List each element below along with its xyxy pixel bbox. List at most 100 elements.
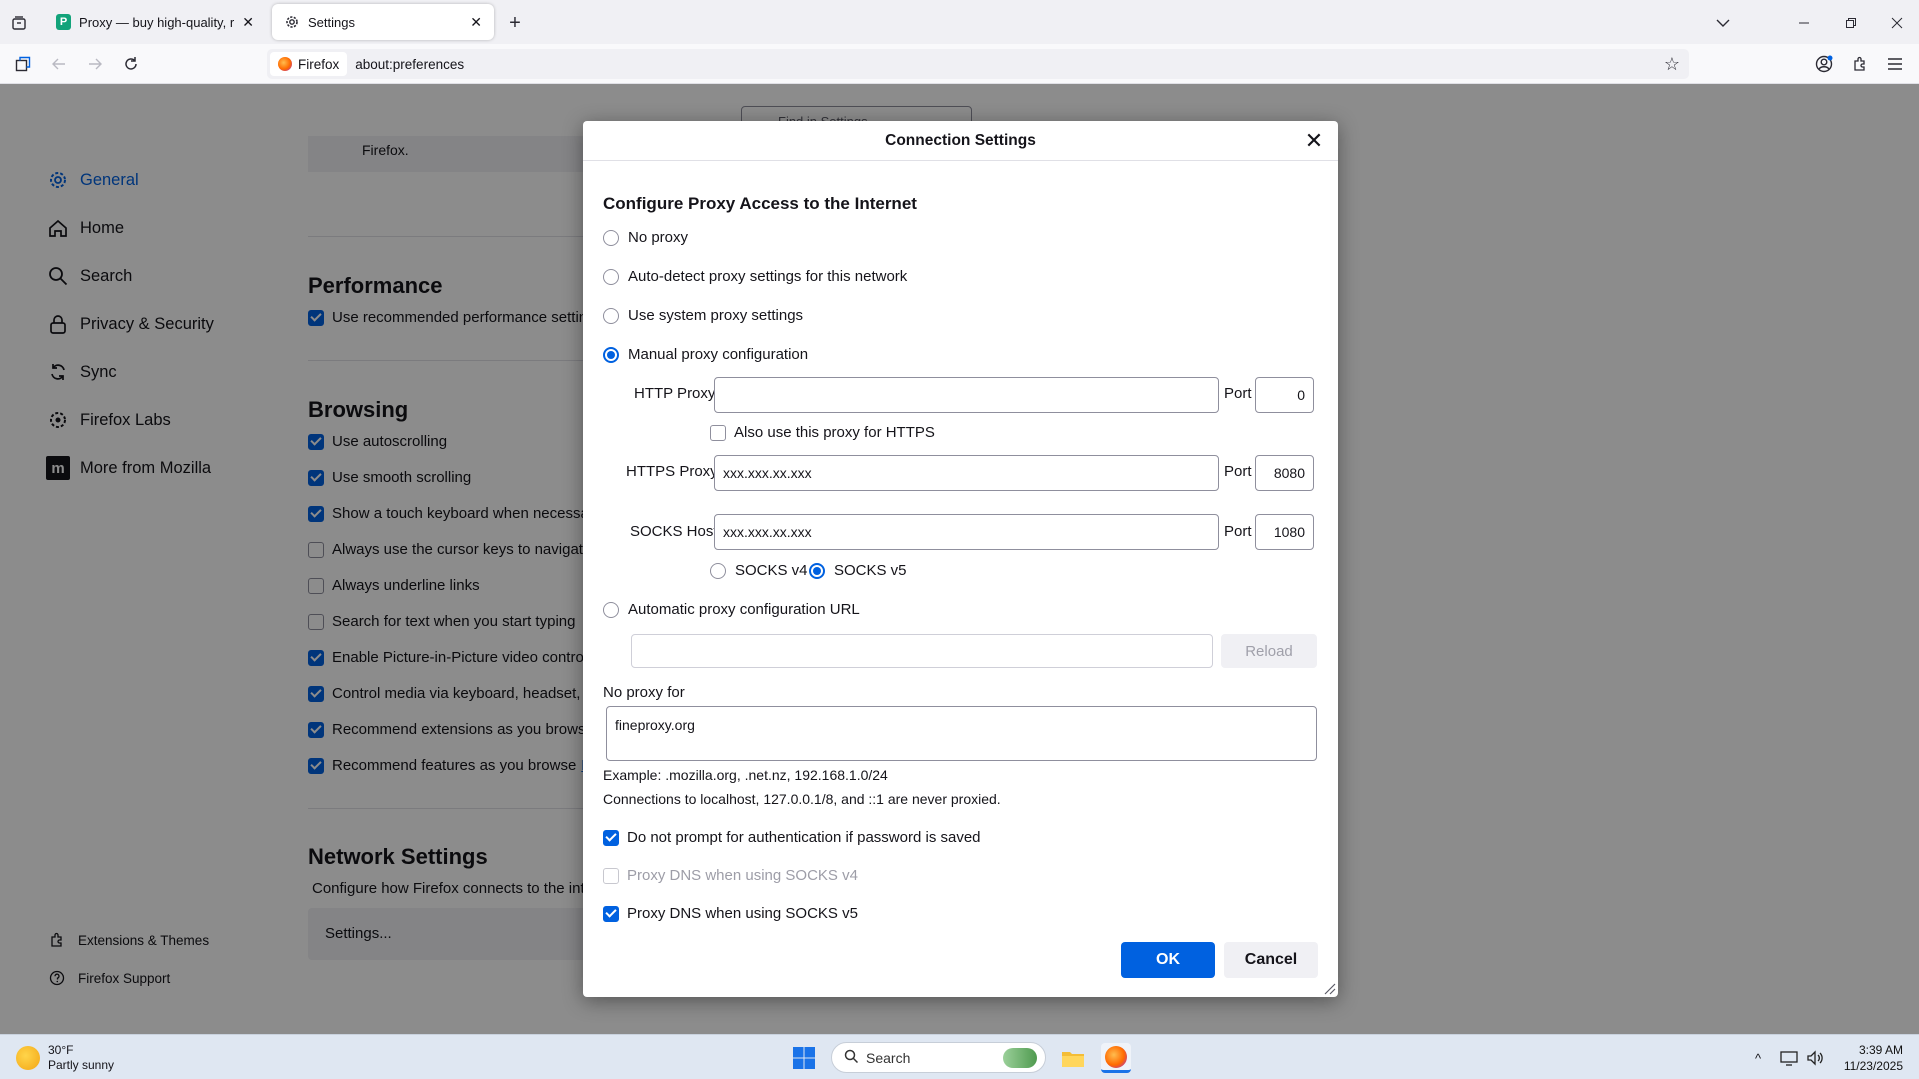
weather-temp: 30°F: [48, 1043, 74, 1057]
taskbar-search[interactable]: Search: [831, 1042, 1046, 1073]
file-explorer-icon[interactable]: [1058, 1043, 1088, 1073]
new-tab-icon[interactable]: +: [504, 12, 526, 34]
resize-grip-icon[interactable]: [1322, 981, 1336, 995]
also-https-checkbox[interactable]: Also use this proxy for HTTPS: [710, 424, 935, 441]
checkbox: [603, 867, 619, 884]
http-proxy-label: HTTP Proxy: [634, 385, 716, 402]
url-bar[interactable]: Firefox about:preferences ☆: [267, 49, 1689, 79]
no-proxy-for-label: No proxy for: [603, 684, 685, 701]
ok-button[interactable]: OK: [1121, 942, 1215, 978]
socks-host-input[interactable]: xxx.xxx.xx.xxx: [714, 514, 1219, 550]
tab-title: Settings: [308, 14, 355, 30]
tab-title: Proxy — buy high-quality, reliable: [79, 14, 235, 30]
radio-socks-v5[interactable]: SOCKS v5: [809, 562, 907, 579]
radio-label: Automatic proxy configuration URL: [628, 601, 860, 618]
clock-time: 3:39 AM: [1858, 1043, 1903, 1057]
radio-button[interactable]: [603, 268, 619, 285]
tab-settings[interactable]: Settings ✕: [272, 4, 494, 40]
https-proxy-label: HTTPS Proxy: [626, 463, 718, 480]
dns-socks-v4-checkbox: Proxy DNS when using SOCKS v4: [603, 867, 858, 884]
taskbar-clock[interactable]: 3:39 AM 11/23/2025: [1844, 1042, 1903, 1074]
socks-port-input[interactable]: 1080: [1255, 514, 1314, 550]
tab-bar: P Proxy — buy high-quality, reliable ✕ S…: [0, 0, 1919, 44]
reload-icon[interactable]: [120, 53, 142, 75]
search-highlight-icon: [1003, 1048, 1037, 1068]
checkbox[interactable]: [603, 829, 619, 846]
radio-button[interactable]: [603, 346, 619, 363]
radio-button[interactable]: [603, 601, 619, 618]
localhost-note: Connections to localhost, 127.0.0.1/8, a…: [603, 791, 1001, 807]
radio-auto-detect[interactable]: Auto-detect proxy settings for this netw…: [603, 268, 907, 285]
connection-settings-dialog: Connection Settings ✕ Configure Proxy Ac…: [583, 121, 1338, 997]
button-label: Cancel: [1244, 951, 1298, 968]
radio-auto-url[interactable]: Automatic proxy configuration URL: [603, 601, 860, 618]
weather-icon: [16, 1046, 40, 1070]
identity-box[interactable]: Firefox: [270, 52, 348, 76]
socks-port-label: Port: [1224, 523, 1252, 540]
dialog-heading: Configure Proxy Access to the Internet: [603, 194, 917, 213]
restore-icon[interactable]: [1840, 12, 1862, 34]
button-label: Reload: [1245, 642, 1293, 660]
checkbox-label: Also use this proxy for HTTPS: [734, 424, 935, 441]
radio-button[interactable]: [603, 229, 619, 246]
tab-proxy[interactable]: P Proxy — buy high-quality, reliable ✕: [44, 4, 266, 40]
view-tabs-icon[interactable]: [12, 53, 34, 75]
windows-start-icon[interactable]: [789, 1043, 819, 1073]
weather-desc: Partly sunny: [48, 1058, 115, 1072]
nav-bar: Firefox about:preferences ☆: [0, 44, 1919, 84]
radio-no-proxy[interactable]: No proxy: [603, 229, 688, 246]
checkbox[interactable]: [710, 424, 726, 441]
proxy-favicon-icon: P: [56, 14, 72, 30]
taskbar-search-label: Search: [866, 1049, 911, 1066]
weather-widget[interactable]: 30°F Partly sunny: [16, 1043, 114, 1073]
radio-system[interactable]: Use system proxy settings: [603, 307, 803, 324]
radio-label: Auto-detect proxy settings for this netw…: [628, 268, 908, 285]
radio-button[interactable]: [809, 562, 825, 579]
auto-url-input[interactable]: [631, 634, 1213, 668]
taskbar: 30°F Partly sunny Search ^ 3:39 AM 11/23…: [0, 1034, 1919, 1079]
close-icon[interactable]: ✕: [1302, 128, 1326, 153]
close-tab-icon[interactable]: ✕: [470, 14, 482, 31]
cancel-button[interactable]: Cancel: [1224, 942, 1318, 978]
volume-icon[interactable]: [1800, 1043, 1830, 1073]
close-window-icon[interactable]: [1886, 12, 1908, 34]
bookmark-star-icon[interactable]: ☆: [1661, 53, 1683, 75]
socks-host-label: SOCKS Host: [630, 523, 718, 540]
dialog-header: Connection Settings ✕: [583, 121, 1338, 161]
url-text[interactable]: about:preferences: [355, 57, 464, 72]
radio-socks-v4[interactable]: SOCKS v4: [710, 562, 808, 579]
checkbox-label: Proxy DNS when using SOCKS v4: [627, 867, 858, 884]
https-proxy-input[interactable]: xxx.xxx.xx.xxx: [714, 455, 1219, 491]
https-port-label: Port: [1224, 463, 1252, 480]
http-proxy-input[interactable]: [714, 377, 1219, 413]
https-port-input[interactable]: 8080: [1255, 455, 1314, 491]
radio-button[interactable]: [603, 307, 619, 324]
radio-label: SOCKS v4: [735, 562, 808, 579]
clock-date: 11/23/2025: [1843, 1059, 1903, 1073]
extensions-icon[interactable]: [1849, 53, 1871, 75]
dialog-title: Connection Settings: [885, 131, 1036, 149]
dns-socks-v5-checkbox[interactable]: Proxy DNS when using SOCKS v5: [603, 905, 858, 922]
reload-button[interactable]: Reload: [1221, 634, 1317, 668]
chevron-down-icon[interactable]: [1712, 12, 1734, 34]
back-icon[interactable]: [48, 53, 70, 75]
menu-icon[interactable]: [1884, 53, 1906, 75]
account-icon[interactable]: [1813, 53, 1835, 75]
tab-list-icon[interactable]: [8, 12, 30, 34]
chevron-up-icon[interactable]: ^: [1743, 1043, 1773, 1073]
http-port-input[interactable]: 0: [1255, 377, 1314, 413]
close-tab-icon[interactable]: ✕: [242, 14, 254, 31]
firefox-logo-icon: [278, 57, 292, 71]
no-proxy-for-textarea[interactable]: fineproxy.org: [606, 706, 1317, 761]
minimize-icon[interactable]: [1793, 12, 1815, 34]
radio-label: No proxy: [628, 229, 689, 246]
forward-icon[interactable]: [84, 53, 106, 75]
radio-button[interactable]: [710, 562, 726, 579]
example-text: Example: .mozilla.org, .net.nz, 192.168.…: [603, 767, 888, 783]
firefox-taskbar-icon[interactable]: [1101, 1043, 1131, 1073]
radio-label: Use system proxy settings: [628, 307, 804, 324]
no-prompt-auth-checkbox[interactable]: Do not prompt for authentication if pass…: [603, 829, 981, 846]
checkbox[interactable]: [603, 905, 619, 922]
radio-manual[interactable]: Manual proxy configuration: [603, 346, 808, 363]
http-port-label: Port: [1224, 385, 1252, 402]
